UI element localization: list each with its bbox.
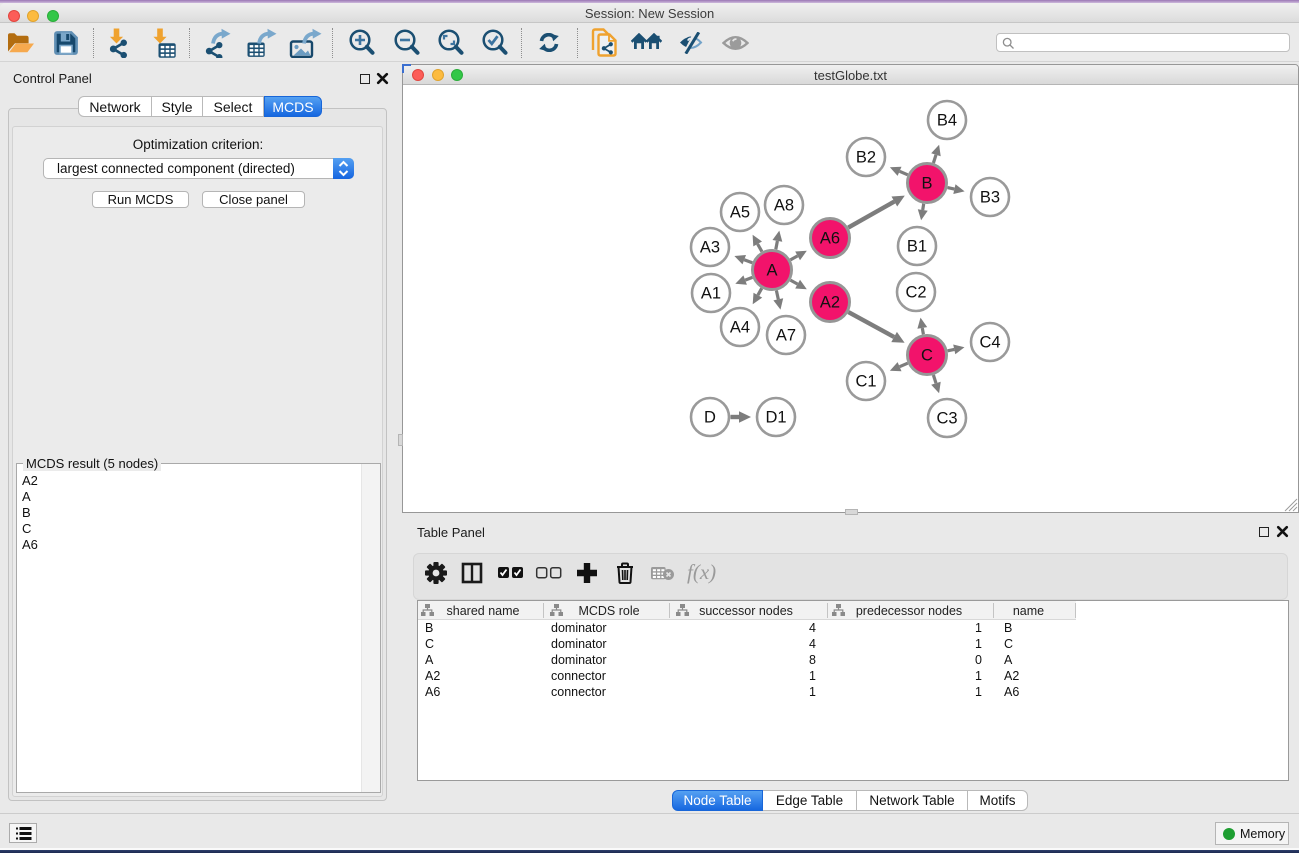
svg-text:C2: C2 bbox=[905, 284, 926, 302]
svg-text:B1: B1 bbox=[907, 238, 927, 256]
svg-text:C1: C1 bbox=[855, 373, 876, 391]
svg-text:A7: A7 bbox=[776, 327, 796, 345]
svg-text:C3: C3 bbox=[936, 410, 957, 428]
svg-text:B2: B2 bbox=[856, 149, 876, 167]
svg-text:A: A bbox=[766, 262, 777, 280]
svg-text:B: B bbox=[921, 175, 932, 193]
svg-text:A5: A5 bbox=[730, 204, 750, 222]
svg-text:C4: C4 bbox=[979, 334, 1000, 352]
svg-text:A6: A6 bbox=[820, 230, 840, 248]
svg-text:B4: B4 bbox=[937, 112, 957, 130]
svg-text:B3: B3 bbox=[980, 189, 1000, 207]
svg-text:C: C bbox=[921, 347, 933, 365]
svg-text:D: D bbox=[704, 409, 716, 427]
svg-text:D1: D1 bbox=[765, 409, 786, 427]
svg-text:A8: A8 bbox=[774, 197, 794, 215]
svg-text:A4: A4 bbox=[730, 319, 750, 337]
svg-text:A3: A3 bbox=[700, 239, 720, 257]
svg-text:A1: A1 bbox=[701, 285, 721, 303]
svg-text:A2: A2 bbox=[820, 294, 840, 312]
